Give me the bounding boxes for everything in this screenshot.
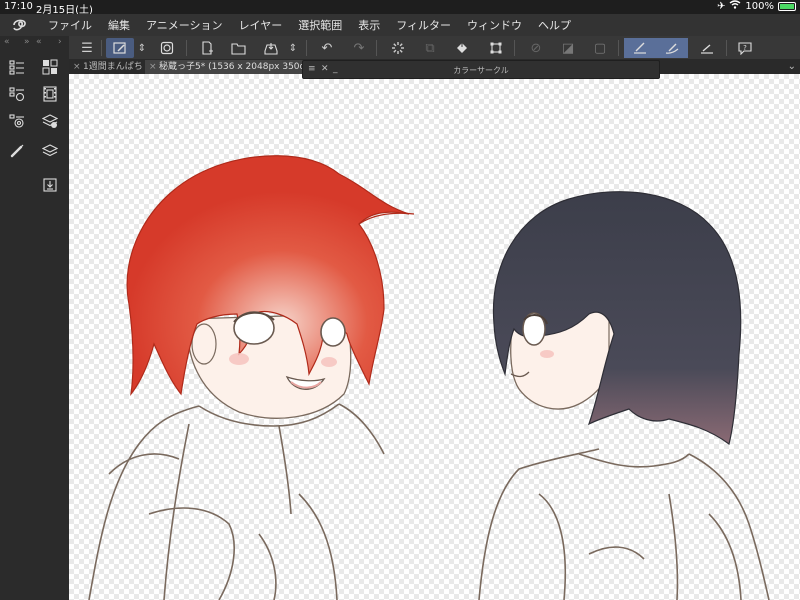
new-file-icon[interactable] (196, 38, 218, 58)
status-time: 17:10 (4, 1, 33, 12)
brush-size-icon[interactable] (7, 112, 27, 130)
toolbar-separator (376, 40, 377, 56)
fill-bucket-icon[interactable] (451, 38, 473, 58)
svg-text:?: ? (743, 44, 747, 52)
toolbar-separator (186, 40, 187, 56)
toolbar-separator (101, 40, 102, 56)
snap-to-grid-icon[interactable] (696, 38, 718, 58)
app-logo-icon[interactable] (0, 14, 40, 36)
menu-edit[interactable]: 編集 (100, 17, 138, 33)
red-haired-character (88, 403, 385, 600)
menu-filter[interactable]: フィルター (388, 17, 459, 33)
color-circle-panel[interactable]: ≡ ✕ _ カラーサークル (302, 60, 660, 79)
left-tool-panel: « » « › (0, 36, 69, 600)
collapse-left-icon[interactable]: « (36, 37, 42, 47)
import-download-icon[interactable] (40, 176, 60, 194)
panel-nav: « » « › (0, 36, 69, 50)
help-icon[interactable]: ? (734, 38, 756, 58)
menu-bar: ファイル 編集 アニメーション レイヤー 選択範囲 表示 フィルター ウィンドウ… (0, 14, 800, 36)
clear-icon[interactable]: ▢ (589, 38, 611, 58)
edit-layer-icon[interactable] (106, 38, 134, 58)
battery-icon (778, 1, 796, 11)
snap-to-special-ruler-icon[interactable] (656, 38, 688, 58)
artwork (88, 155, 770, 600)
layers-icon[interactable] (40, 142, 60, 160)
navigator-icon[interactable] (40, 58, 60, 76)
hamburger-menu-icon[interactable]: ☰ (76, 38, 98, 58)
dark-haired-character (478, 448, 770, 600)
deselect-icon[interactable]: ⊘ (525, 38, 547, 58)
invert-selection-icon[interactable]: ◪ (557, 38, 579, 58)
tab-document-1[interactable]: 1週間まんぱち (69, 60, 143, 74)
battery-percent: 100% (745, 0, 774, 12)
ios-status-bar: 17:10 2月15日(土) ✈ 100% (0, 0, 800, 16)
layer-property-icon[interactable] (156, 38, 178, 58)
airplane-icon: ✈ (717, 0, 726, 12)
menu-file[interactable]: ファイル (40, 17, 100, 33)
redo-icon[interactable]: ↷ (348, 38, 370, 58)
tab-label: 秘蔵っ子5* (1536 x 2048px 350dpi 1 (159, 62, 305, 72)
toolbar-separator (514, 40, 515, 56)
toolbar-separator (618, 40, 619, 56)
transform-icon[interactable] (485, 38, 507, 58)
layer-property-icon[interactable] (40, 112, 60, 130)
panel-title: カラーサークル (453, 66, 509, 75)
toolbar-separator (306, 40, 307, 56)
loading-spinner-icon[interactable] (387, 38, 409, 58)
chevron-updown-icon[interactable]: ⇕ (286, 38, 300, 58)
pen-tool-icon[interactable] (7, 142, 27, 160)
menu-view[interactable]: 表示 (350, 17, 388, 33)
menu-window[interactable]: ウィンドウ (459, 17, 530, 33)
status-right: ✈ 100% (717, 0, 796, 12)
chevron-updown-icon[interactable]: ⇕ (135, 38, 149, 58)
undo-icon[interactable]: ↶ (316, 38, 338, 58)
tab-document-2[interactable]: 秘蔵っ子5* (1536 x 2048px 350dpi 1 (145, 60, 305, 74)
menu-animation[interactable]: アニメーション (138, 17, 231, 33)
menu-help[interactable]: ヘルプ (530, 17, 579, 33)
filmstrip-icon[interactable] (40, 85, 60, 103)
save-icon[interactable] (260, 38, 282, 58)
drawing-canvas[interactable] (69, 74, 800, 600)
sub-tool-icon[interactable] (7, 58, 27, 76)
chevron-down-icon[interactable]: ⌄ (788, 61, 796, 72)
chevron-right-icon[interactable]: › (58, 37, 62, 47)
tool-property-icon[interactable] (7, 85, 27, 103)
open-folder-icon[interactable] (228, 38, 250, 58)
wifi-icon (729, 0, 741, 12)
command-bar: ☰ ⇕ ⇕ ↶ ↷ ⧉ ⊘ ◪ ▢ ? (0, 36, 800, 60)
expand-icon[interactable]: » (24, 37, 30, 47)
collapse-left-icon[interactable]: « (4, 37, 10, 47)
menu-layer[interactable]: レイヤー (231, 17, 291, 33)
toolbar-separator (726, 40, 727, 56)
menu-selection[interactable]: 選択範囲 (290, 17, 350, 33)
snap-to-ruler-icon[interactable] (624, 38, 656, 58)
tab-label: 1週間まんぱち (83, 62, 143, 72)
copy-icon[interactable]: ⧉ (419, 38, 441, 58)
